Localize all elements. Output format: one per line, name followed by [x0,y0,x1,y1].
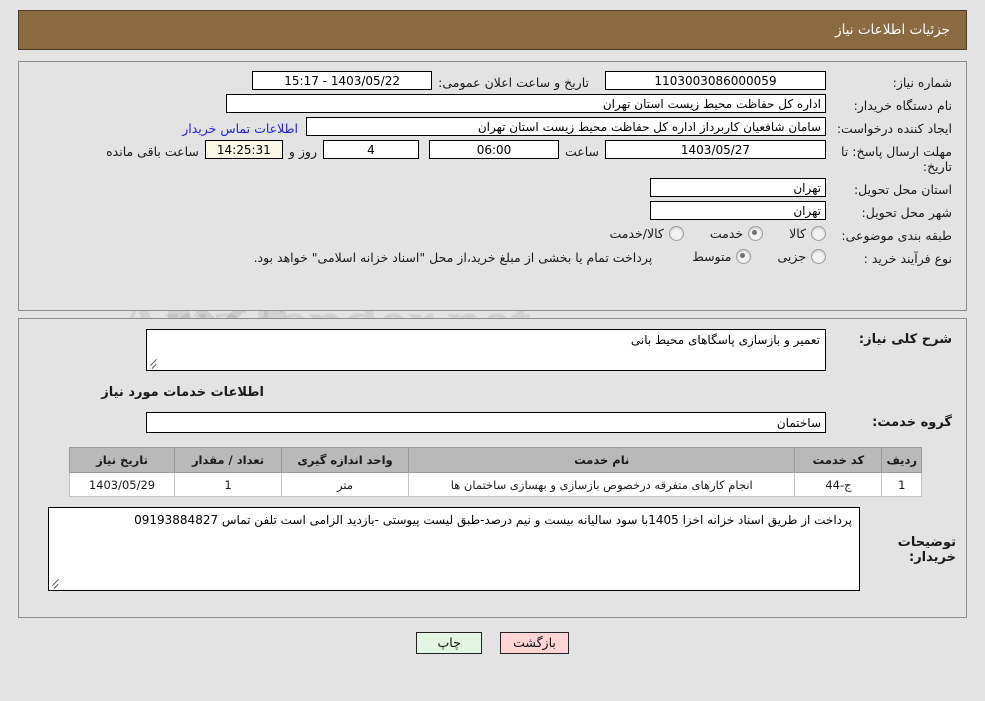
services-table-wrapper: ردیف کد خدمت نام خدمت واحد اندازه گیری ت… [19,447,966,497]
deadline-countdown-field[interactable]: 14:25:31 [204,140,283,159]
row-buyer-notes: توضیحات خریدار: پرداخت از طریق اسناد خزا… [19,507,966,591]
details-panel: شرح کلی نیاز: تعمیر و بازسازی پاسگاهای م… [18,318,967,618]
buyer-notes-value: پرداخت از طریق اسناد خزانه اخزا 1405با س… [134,513,852,527]
radio-label: خدمت [709,226,744,241]
deadline-countdown-label: ساعت باقی مانده [106,144,199,159]
cell-quantity: 1 [174,472,282,497]
radio-label: کالا/خدمت [609,226,664,241]
general-description-value: تعمیر و بازسازی پاسگاهای محیط بانی [630,333,820,347]
radio-subject-kala[interactable]: کالا [789,226,826,241]
th-unit: واحد اندازه گیری [281,447,409,473]
delivery-province-label: استان محل تحویل: [853,182,952,197]
footer-actions: بازگشت چاپ [0,632,985,654]
subject-category-label: طبقه بندی موضوعی: [841,228,952,243]
deadline-time-label: ساعت [564,144,599,159]
row-delivery-city: شهر محل تحویل: تهران [19,201,966,220]
radio-label: متوسط [692,249,732,264]
deadline-time-field[interactable]: 06:00 [428,140,559,159]
row-delivery-province: استان محل تحویل: تهران [19,178,966,197]
purchase-process-label: نوع فرآیند خرید : [863,251,952,266]
buyer-contact-info-link[interactable]: اطلاعات تماس خریدار [174,117,306,136]
radio-indicator[interactable] [736,249,752,264]
back-button[interactable]: بازگشت [500,632,569,654]
th-service-name: نام خدمت [407,447,796,473]
row-subject-category: طبقه بندی موضوعی: کالا خدمت کالا/خدمت [19,224,966,243]
request-creator-field[interactable]: سامان شافعیان کاربرداز اداره کل حفاظت مح… [306,117,826,136]
th-quantity: تعداد / مقدار [174,447,282,473]
radio-indicator[interactable] [811,249,826,264]
cell-radif: 1 [881,472,922,497]
page-header-bar: جزئیات اطلاعات نیاز [18,10,967,50]
th-need-date: تاریخ نیاز [69,447,175,473]
deadline-label: مهلت ارسال پاسخ: تا تاریخ: [841,144,952,174]
buyer-org-label: نام دستگاه خریدار: [853,98,952,113]
radio-label: جزیی [777,249,806,264]
general-description-label: شرح کلی نیاز: [858,332,952,347]
general-description-textarea[interactable]: تعمیر و بازسازی پاسگاهای محیط بانی [146,329,826,371]
radio-label: کالا [789,226,806,241]
radio-process-jozee[interactable]: جزیی [777,249,826,264]
table-header-row: ردیف کد خدمت نام خدمت واحد اندازه گیری ت… [69,447,922,473]
print-button[interactable]: چاپ [416,632,483,654]
radio-indicator[interactable] [748,226,764,241]
services-section-title: اطلاعات خدمات مورد نیاز [101,385,264,400]
subject-category-radio-group: کالا خدمت کالا/خدمت [583,224,826,241]
request-creator-label: ایجاد کننده درخواست: [836,121,952,136]
service-group-field[interactable]: ساختمان [146,412,826,433]
publish-datetime-field[interactable]: 15:17 - 1403/05/22 [252,71,433,90]
services-table: ردیف کد خدمت نام خدمت واحد اندازه گیری ت… [69,447,922,497]
service-group-label: گروه خدمت: [872,415,952,430]
delivery-city-field[interactable]: تهران [650,201,826,220]
delivery-province-field[interactable]: تهران [650,178,826,197]
cell-service-name: انجام کارهای متفرقه درخصوص بازسازی و بهس… [407,472,796,497]
radio-process-motavaset[interactable]: متوسط [692,249,752,264]
row-request-creator: ایجاد کننده درخواست: سامان شافعیان کاربر… [19,117,966,136]
deadline-days-field[interactable]: 4 [322,140,419,159]
delivery-city-label: شهر محل تحویل: [861,205,952,220]
publish-datetime-label: تاریخ و ساعت اعلان عمومی: [438,75,589,90]
th-radif: ردیف [881,447,922,473]
summary-panel: شماره نیاز: 1103003086000059 تاریخ و ساع… [18,61,967,311]
row-buyer-org: نام دستگاه خریدار: اداره کل حفاظت محیط ز… [19,94,966,113]
row-general-description: شرح کلی نیاز: تعمیر و بازسازی پاسگاهای م… [19,329,966,371]
row-deadline: مهلت ارسال پاسخ: تا تاریخ: 1403/05/27 سا… [19,140,966,174]
radio-subject-khedmat[interactable]: خدمت [709,226,764,241]
payment-note: پرداخت تمام یا بخشی از مبلغ خرید،از محل … [253,250,653,265]
cell-need-date: 1403/05/29 [69,472,175,497]
page-root: جزئیات اطلاعات نیاز شماره نیاز: 11030030… [0,10,985,654]
buyer-org-field[interactable]: اداره کل حفاظت محیط زیست استان تهران [226,94,826,113]
page-title: جزئیات اطلاعات نیاز [835,22,950,38]
row-service-group: گروه خدمت: ساختمان [19,412,966,433]
radio-indicator[interactable] [668,226,684,241]
cell-unit: متر [281,472,409,497]
radio-subject-kala-khedmat[interactable]: کالا/خدمت [609,226,684,241]
buyer-notes-textarea[interactable]: پرداخت از طریق اسناد خزانه اخزا 1405با س… [48,507,860,591]
radio-indicator[interactable] [811,226,826,241]
purchase-process-radio-group: جزیی متوسط [666,247,826,264]
th-service-code: کد خدمت [794,447,883,473]
deadline-days-label: روز و [288,144,317,159]
buyer-notes-label: توضیحات خریدار: [897,535,956,565]
cell-service-code: ج-44 [794,472,883,497]
deadline-date-field[interactable]: 1403/05/27 [605,140,826,159]
resize-handle-icon[interactable] [149,359,159,369]
need-number-label: شماره نیاز: [892,75,952,90]
table-row[interactable]: 1 ج-44 انجام کارهای متفرقه درخصوص بازساز… [69,472,922,497]
row-purchase-process: نوع فرآیند خرید : جزیی متوسط پرداخت تمام… [19,247,966,266]
need-number-field[interactable]: 1103003086000059 [605,71,826,90]
row-need-number: شماره نیاز: 1103003086000059 تاریخ و ساع… [19,71,966,90]
resize-handle-icon[interactable] [51,579,61,589]
